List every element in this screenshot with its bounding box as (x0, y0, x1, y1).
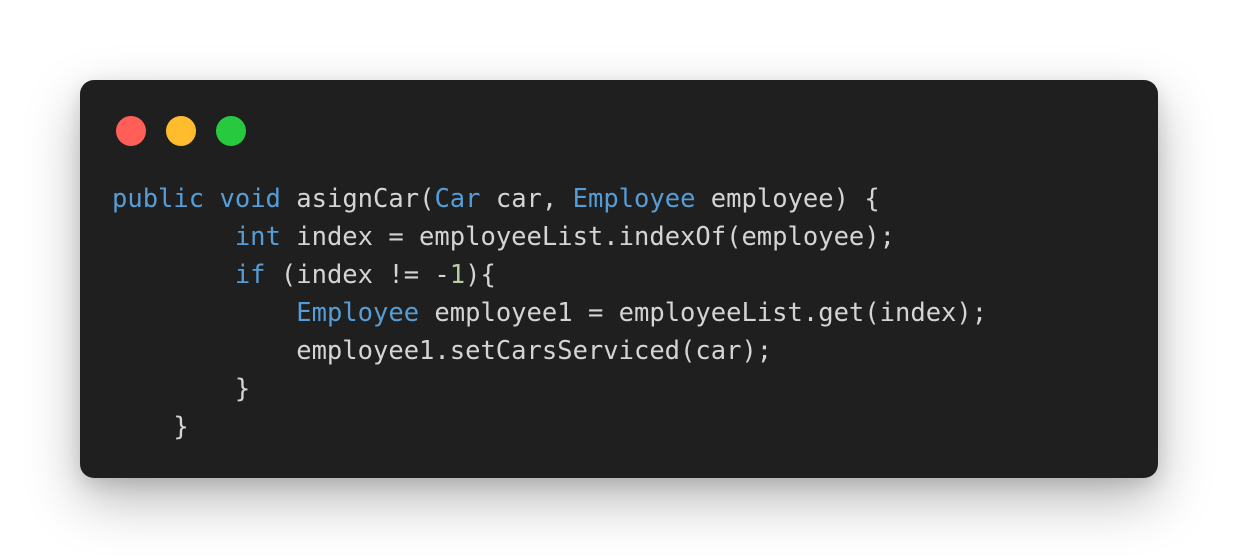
code-line: if (index != -1){ (112, 256, 987, 294)
code-line: } (112, 408, 987, 446)
code-token-keyword: if (234, 260, 266, 290)
code-line: int index = employeeList.indexOf(employe… (112, 218, 987, 256)
code-block: public void asignCar(Car car, Employee e… (112, 180, 987, 446)
code-token-keyword: void (219, 184, 281, 214)
code-token-type: Employee (572, 184, 696, 214)
maximize-dot[interactable] (216, 116, 246, 146)
code-token-plain: index = employeeList.indexOf(employee); (280, 222, 895, 252)
code-token-plain: asignCar( (280, 184, 435, 214)
code-token-plain: (index != - (265, 260, 450, 290)
window-controls (116, 116, 246, 146)
close-dot[interactable] (116, 116, 146, 146)
code-token-plain: employee1 = employeeList.get(index); (419, 298, 988, 328)
code-token-type: Car (434, 184, 481, 214)
code-window: public void asignCar(Car car, Employee e… (80, 80, 1158, 478)
code-token-keyword: public (112, 184, 205, 214)
code-token-plain: } (112, 374, 251, 404)
code-token-plain: employee) { (695, 184, 880, 214)
code-token-plain: } (112, 412, 189, 442)
code-token-plain: employee1.setCarsServiced(car); (112, 336, 773, 366)
minimize-dot[interactable] (166, 116, 196, 146)
code-token-type: Employee (296, 298, 420, 328)
code-token-plain: ){ (465, 260, 496, 290)
code-token-keyword: int (234, 222, 281, 252)
code-line: Employee employee1 = employeeList.get(in… (112, 294, 987, 332)
code-token-number: 1 (449, 260, 466, 290)
code-line: public void asignCar(Car car, Employee e… (112, 180, 987, 218)
code-token-plain: car, (480, 184, 573, 214)
code-line: employee1.setCarsServiced(car); (112, 332, 987, 370)
code-line: } (112, 370, 987, 408)
